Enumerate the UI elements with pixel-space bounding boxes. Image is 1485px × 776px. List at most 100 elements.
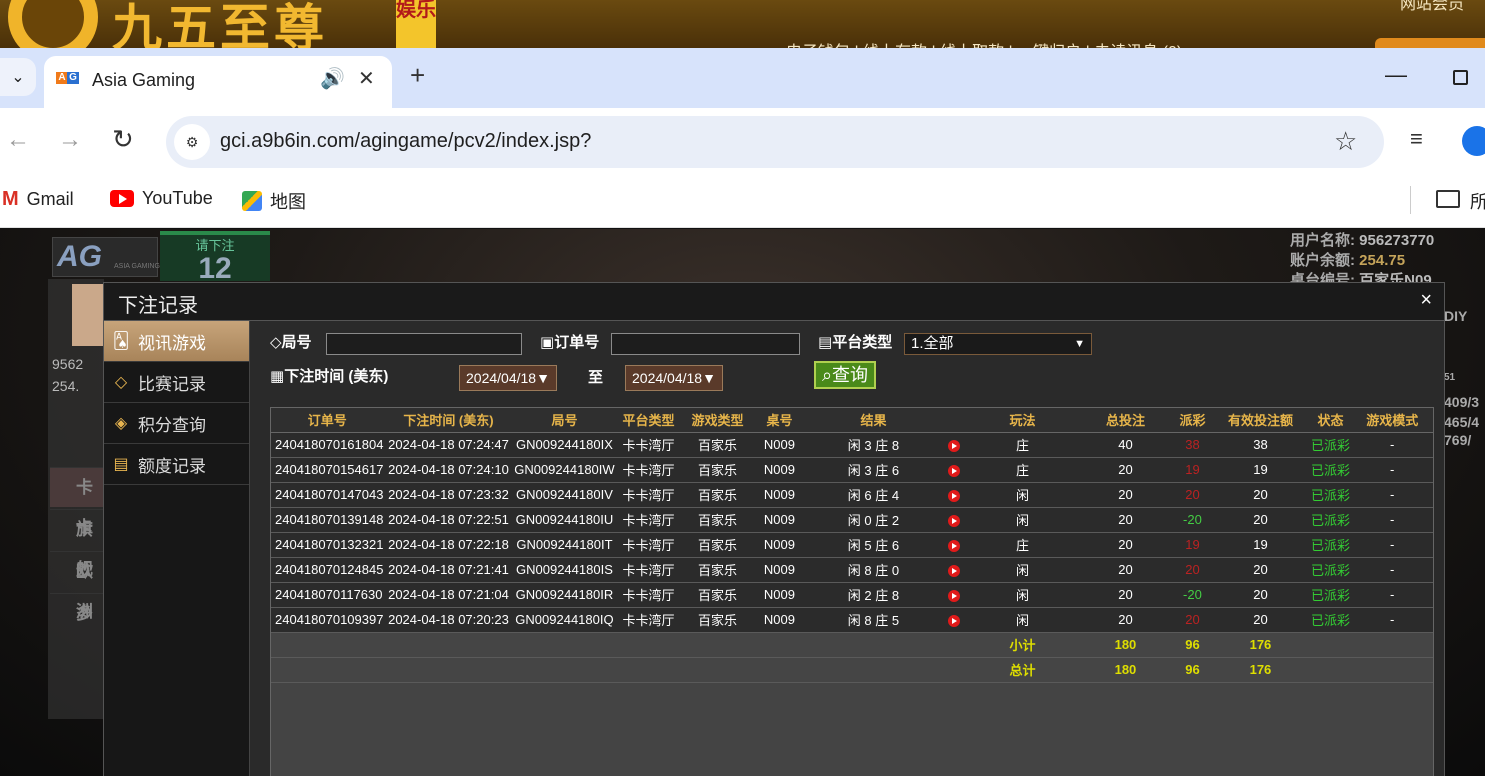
- sidebar-item-credit-records[interactable]: ▤ 额度记录: [104, 444, 249, 485]
- status-cell: 已派彩: [1309, 457, 1352, 483]
- back-arrow-icon[interactable]: ←: [6, 126, 30, 154]
- replay-cell: [941, 557, 968, 583]
- speaker-icon[interactable]: 🔊: [320, 66, 345, 91]
- bookmarks-bar: M Gmail YouTube 地图 所: [0, 178, 1485, 228]
- gmail-icon: M: [2, 188, 19, 210]
- play-video-icon[interactable]: [948, 464, 961, 477]
- round-input[interactable]: [326, 333, 522, 355]
- minimize-icon[interactable]: —: [1385, 62, 1407, 88]
- table-number-cell: N009: [753, 457, 806, 483]
- column-header: 局号: [513, 408, 616, 433]
- subtotal-bet: 180: [1077, 632, 1174, 658]
- table-number-cell: N009: [753, 507, 806, 533]
- play-video-icon[interactable]: [948, 489, 961, 502]
- round-number-cell: GN009244180IX: [513, 432, 616, 458]
- subtotal-payout: 96: [1173, 632, 1212, 658]
- site-nav[interactable]: 电子钱包 | 线上存款 | 线上取款 | 一键归户 | 未读讯息 (0): [786, 38, 1182, 48]
- bookmark-maps[interactable]: 地图: [242, 188, 306, 214]
- bookmark-star-icon[interactable]: ☆: [1334, 126, 1357, 157]
- ag-logo-sub: ASIA GAMING: [114, 263, 160, 270]
- platform-select-value: 1.全部: [911, 335, 954, 352]
- subtotal-row: 小计 180 96 176: [271, 632, 1433, 658]
- browser-tab[interactable]: AG Asia Gaming 🔊 ✕: [44, 56, 392, 108]
- play-video-icon[interactable]: [948, 539, 961, 552]
- sidebar-item-match-records[interactable]: ◇ 比赛记录: [104, 362, 249, 403]
- folder-icon[interactable]: [1436, 190, 1460, 208]
- lobby-item[interactable]: 卡卡: [50, 467, 106, 537]
- site-orange-button[interactable]: [1375, 38, 1485, 48]
- platform-cell: 卡卡湾厅: [615, 457, 682, 483]
- bookmark-gmail[interactable]: M Gmail: [2, 188, 74, 211]
- media-control-icon[interactable]: ≡: [1410, 126, 1423, 152]
- query-button[interactable]: ⌕查询: [814, 361, 876, 389]
- roadmap-fragment: 769/: [1444, 432, 1472, 448]
- maximize-icon[interactable]: [1453, 70, 1468, 85]
- replay-cell: [941, 607, 968, 633]
- play-video-icon[interactable]: [948, 564, 961, 577]
- player-stat-2: 254.: [52, 378, 80, 394]
- filter-bar: ◇局号 ▣订单号 ▤平台类型 1.全部 ▼ ▦下注时间 (美东) 2024/04…: [270, 331, 1430, 401]
- all-bookmarks-label[interactable]: 所: [1470, 188, 1485, 214]
- url-text[interactable]: gci.a9b6in.com/agingame/pcv2/index.jsp?: [220, 130, 591, 153]
- game-mode-cell: -: [1351, 482, 1433, 508]
- play-video-icon[interactable]: [948, 589, 961, 602]
- result-cell: 闲 8 庄 0: [805, 557, 942, 583]
- date-to-picker[interactable]: 2024/04/18▼: [625, 365, 723, 391]
- lobby-item[interactable]: 多: [50, 593, 106, 633]
- bet-time-cell: 2024-04-18 07:21:41: [383, 557, 514, 583]
- round-number-cell: GN009244180IQ: [513, 607, 616, 633]
- roadmap-fragment: 51: [1444, 372, 1456, 383]
- sidebar-item-points[interactable]: ◈ 积分查询: [104, 403, 249, 444]
- total-bet-cell: 20: [1077, 507, 1174, 533]
- play-type-cell: 闲: [967, 607, 1078, 633]
- platform-cell: 卡卡湾厅: [615, 582, 682, 608]
- table-row: 240418070161804 2024-04-18 07:24:47 GN0092…: [271, 432, 1433, 458]
- play-type-cell: 庄: [967, 432, 1078, 458]
- payout-cell: -20: [1173, 507, 1212, 533]
- reload-icon[interactable]: ↻: [112, 124, 134, 155]
- status-cell: 已派彩: [1309, 482, 1352, 508]
- column-header: 平台类型: [615, 408, 682, 433]
- calendar-icon: ▦: [270, 368, 285, 385]
- game-type-cell: 百家乐: [681, 582, 754, 608]
- column-header: 下注时间 (美东): [383, 408, 514, 433]
- platform-select[interactable]: 1.全部 ▼: [904, 333, 1092, 355]
- new-tab-plus-icon[interactable]: +: [410, 62, 425, 88]
- play-video-icon[interactable]: [948, 439, 961, 452]
- site-user[interactable]: 网站会员: [1400, 0, 1464, 14]
- bet-time-cell: 2024-04-18 07:20:23: [383, 607, 514, 633]
- maps-icon: [242, 191, 262, 211]
- valid-bet-cell: 19: [1211, 457, 1310, 483]
- play-video-icon[interactable]: [948, 514, 961, 527]
- tab-search-chevron-icon[interactable]: ⌄: [0, 58, 36, 96]
- list-icon: ▤: [818, 334, 833, 351]
- total-bet-cell: 20: [1077, 532, 1174, 558]
- tab-title: Asia Gaming: [92, 70, 196, 90]
- column-header: 订单号: [271, 408, 384, 433]
- forward-arrow-icon[interactable]: →: [58, 126, 82, 154]
- bookmark-youtube[interactable]: YouTube: [110, 188, 213, 209]
- close-icon[interactable]: ×: [1420, 289, 1432, 312]
- website-header: 九五至尊 娱乐 电子钱包 | 线上存款 | 线上取款 | 一键归户 | 未读讯息…: [0, 0, 1485, 48]
- site-info-icon[interactable]: ⚙: [174, 124, 210, 160]
- column-header: 总投注: [1077, 408, 1174, 433]
- sidebar-item-label: 额度记录: [138, 456, 206, 476]
- play-type-cell: 闲: [967, 482, 1078, 508]
- close-tab-icon[interactable]: ✕: [358, 66, 375, 91]
- round-number-cell: GN009244180IT: [513, 532, 616, 558]
- payout-cell: -20: [1173, 582, 1212, 608]
- valid-bet-cell: 19: [1211, 532, 1310, 558]
- game-type-cell: 百家乐: [681, 607, 754, 633]
- result-cell: 闲 8 庄 5: [805, 607, 942, 633]
- date-from-picker[interactable]: 2024/04/18▼: [459, 365, 557, 391]
- to-label: 至: [588, 369, 604, 386]
- sidebar-item-label: 比赛记录: [138, 374, 206, 394]
- play-video-icon[interactable]: [948, 614, 961, 627]
- address-bar[interactable]: ⚙ gci.a9b6in.com/agingame/pcv2/index.jsp…: [166, 116, 1384, 168]
- lobby-item[interactable]: 旗舰: [50, 509, 106, 579]
- profile-avatar-icon[interactable]: [1462, 126, 1485, 156]
- game-type-cell: 百家乐: [681, 457, 754, 483]
- order-input[interactable]: [611, 333, 800, 355]
- sidebar-item-video-games[interactable]: 🂡 视讯游戏: [104, 321, 249, 362]
- lobby-item[interactable]: 欧洲: [50, 551, 106, 621]
